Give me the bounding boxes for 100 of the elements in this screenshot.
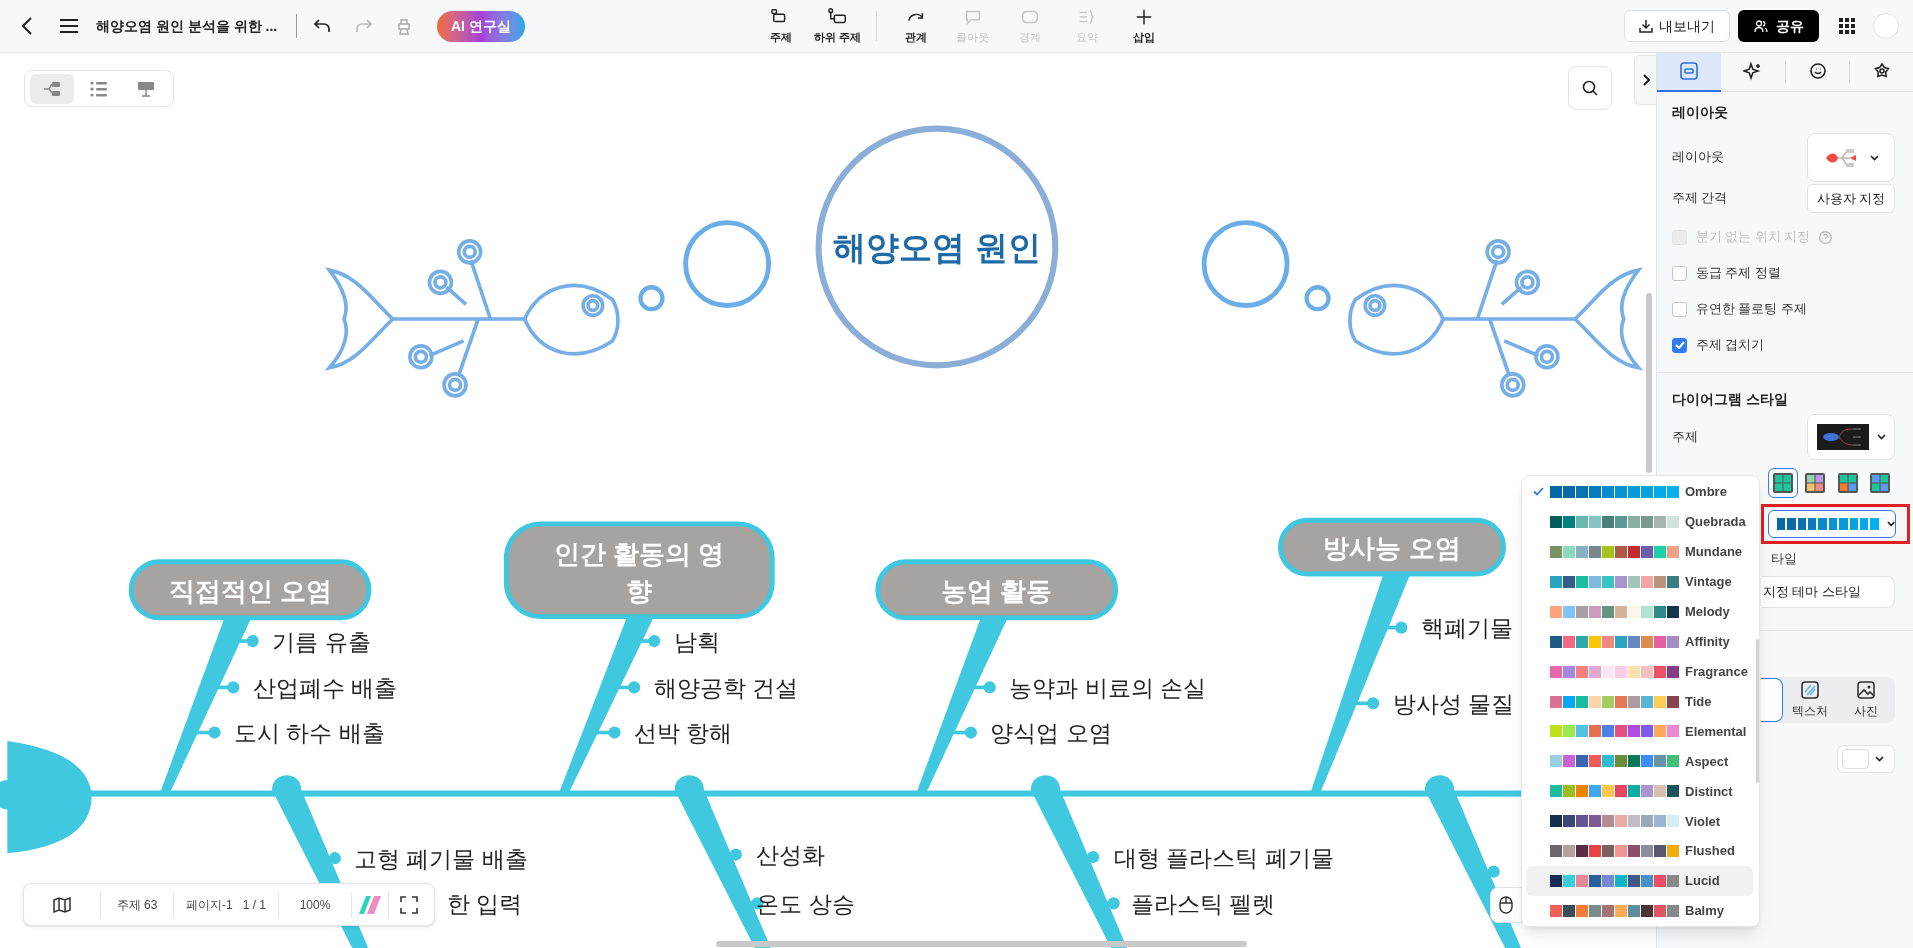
chevron-down-icon <box>1869 154 1879 161</box>
collapse-panel-button[interactable] <box>1634 55 1656 105</box>
mouse-mode-button[interactable] <box>1490 887 1522 923</box>
leaf-dot <box>648 634 661 648</box>
central-topic-circle[interactable] <box>815 125 1059 369</box>
custom-theme-button[interactable]: 지정 테마 스타일 <box>1761 576 1895 608</box>
cause-label[interactable]: 양식업 오염 <box>990 720 1112 747</box>
palette-option[interactable]: Violet <box>1526 806 1753 837</box>
palette-option[interactable]: Mundane <box>1526 536 1753 567</box>
search-icon <box>1582 80 1598 96</box>
chevron-down-icon <box>1876 434 1886 440</box>
palette-name: Violet <box>1685 812 1721 831</box>
leaf-dot <box>227 681 240 694</box>
chevron-down-icon <box>1886 521 1895 527</box>
checkbox[interactable] <box>1672 265 1687 281</box>
section-heading: 레이아웃 <box>1672 103 1729 122</box>
cause-label[interactable]: 해양공학 건설 <box>653 674 799 701</box>
checkbox[interactable] <box>1672 337 1687 353</box>
toolbar-button[interactable]: 관계 <box>887 4 944 48</box>
leaf-dot <box>608 726 621 739</box>
cause-label[interactable]: 남획 <box>673 628 720 655</box>
apps-button[interactable] <box>1837 16 1857 36</box>
background-option[interactable]: 사진 <box>1838 678 1894 722</box>
cause-label[interactable]: 대형 플라스틱 폐기물 <box>1113 844 1334 871</box>
cause-label[interactable]: 핵폐기물 <box>1420 615 1513 642</box>
background-option[interactable]: 텍스처 <box>1782 678 1839 722</box>
palette-option[interactable]: Elemental <box>1526 716 1753 747</box>
palette-name: Balmy <box>1685 902 1725 921</box>
cause-label[interactable]: 방사성 물질 <box>1392 690 1515 717</box>
color-scheme-option[interactable] <box>1768 468 1798 498</box>
leaf-dot <box>628 681 641 694</box>
horizontal-scrollbar[interactable] <box>716 941 1247 947</box>
layout-icon <box>1679 61 1699 81</box>
ai-lab-button[interactable]: AI 연구실 <box>437 10 525 42</box>
palette-option[interactable]: Vintage <box>1526 566 1753 597</box>
vertical-scrollbar[interactable] <box>1646 293 1652 473</box>
leaf-dot <box>328 852 341 865</box>
checkbox[interactable] <box>1672 301 1687 317</box>
cause-label[interactable]: 선박 항해 <box>634 720 733 747</box>
cause-label[interactable]: 고형 폐기물 배출 <box>353 845 528 872</box>
page-selector[interactable]: 페이지-1 1 / 1 <box>174 895 278 914</box>
palette-option[interactable]: Flushed <box>1526 836 1753 867</box>
palette-option[interactable]: Tide <box>1526 686 1753 717</box>
share-button[interactable]: 공유 <box>1738 10 1819 42</box>
category-topic[interactable] <box>503 521 775 620</box>
palette-name: Aspect <box>1685 752 1729 771</box>
ai-icon <box>1743 62 1763 82</box>
cause-label[interactable]: 온도 상승 <box>756 890 855 917</box>
leaf-dot <box>964 726 977 739</box>
theme-preview-icon <box>1816 424 1869 450</box>
central-topic[interactable]: 해양오염 원인 <box>833 229 1041 267</box>
spacing-button[interactable]: 사용자 지정 <box>1807 184 1895 213</box>
export-button[interactable]: 내보내기 <box>1624 10 1730 42</box>
section-heading: 다이어그램 스타일 <box>1672 390 1789 409</box>
palette-option[interactable]: Affinity <box>1526 626 1753 657</box>
background-option[interactable] <box>1761 678 1783 722</box>
download-icon <box>1639 19 1653 33</box>
field-label: 레이아웃 <box>1672 149 1724 167</box>
toolbar-button[interactable]: 삽입 <box>1115 4 1172 48</box>
background-color-picker[interactable] <box>1837 745 1895 773</box>
view-mode-tab[interactable] <box>29 73 74 104</box>
leaf-dot <box>246 634 259 648</box>
palette-option[interactable]: Ombre <box>1526 477 1753 507</box>
search-button[interactable] <box>1568 66 1612 110</box>
toolbar-button[interactable]: 주제 <box>752 4 809 48</box>
undo-icon <box>313 18 331 34</box>
cause-label[interactable]: 농약과 비료의 손실 <box>1009 674 1207 701</box>
cause-label[interactable]: 한 입력 <box>446 890 522 917</box>
topic-bubble <box>638 285 665 312</box>
palette-option[interactable]: Quebrada <box>1526 506 1753 537</box>
chevron-right-icon <box>1641 74 1650 86</box>
theme-picker[interactable] <box>1807 414 1895 460</box>
palette-option[interactable]: Fragrance <box>1526 656 1753 687</box>
app-logo-icon <box>358 894 382 915</box>
cause-label[interactable]: 산성화 <box>756 842 826 869</box>
mouse-icon <box>1499 896 1513 914</box>
texture-icon <box>1800 680 1821 700</box>
palette-name: Melody <box>1685 602 1730 621</box>
document-title: 해양오염 원인 분석을 위한 ... <box>96 16 279 36</box>
layout-picker[interactable] <box>1807 133 1895 182</box>
palette-option[interactable]: Melody <box>1526 596 1753 627</box>
palette-select[interactable] <box>1768 510 1896 538</box>
palette-name: Ombre <box>1685 483 1727 502</box>
leaf-dot <box>729 848 742 861</box>
topic-count: 주제 63 <box>115 896 159 914</box>
cause-label[interactable]: 산업폐수 배출 <box>252 674 398 701</box>
cause-label[interactable]: 도시 하수 배출 <box>234 720 385 747</box>
palette-option[interactable]: Balmy <box>1526 896 1753 927</box>
back-icon <box>20 16 34 36</box>
fullscreen-icon <box>400 895 418 914</box>
cause-label[interactable]: 플라스틱 펠렛 <box>1130 890 1276 917</box>
checkbox-label: 주제 겹치기 <box>1696 336 1765 354</box>
color-grid-icon <box>1836 472 1859 494</box>
cause-label[interactable]: 기름 유출 <box>272 628 371 655</box>
palette-name: Lucid <box>1685 872 1720 891</box>
palette-option[interactable]: Distinct <box>1526 776 1753 807</box>
palette-option[interactable]: Lucid <box>1526 866 1753 897</box>
zoom-level[interactable]: 100% <box>279 895 351 914</box>
palette-option[interactable]: Aspect <box>1526 746 1753 777</box>
toolbar-button[interactable]: 하위 주제 <box>809 4 866 48</box>
